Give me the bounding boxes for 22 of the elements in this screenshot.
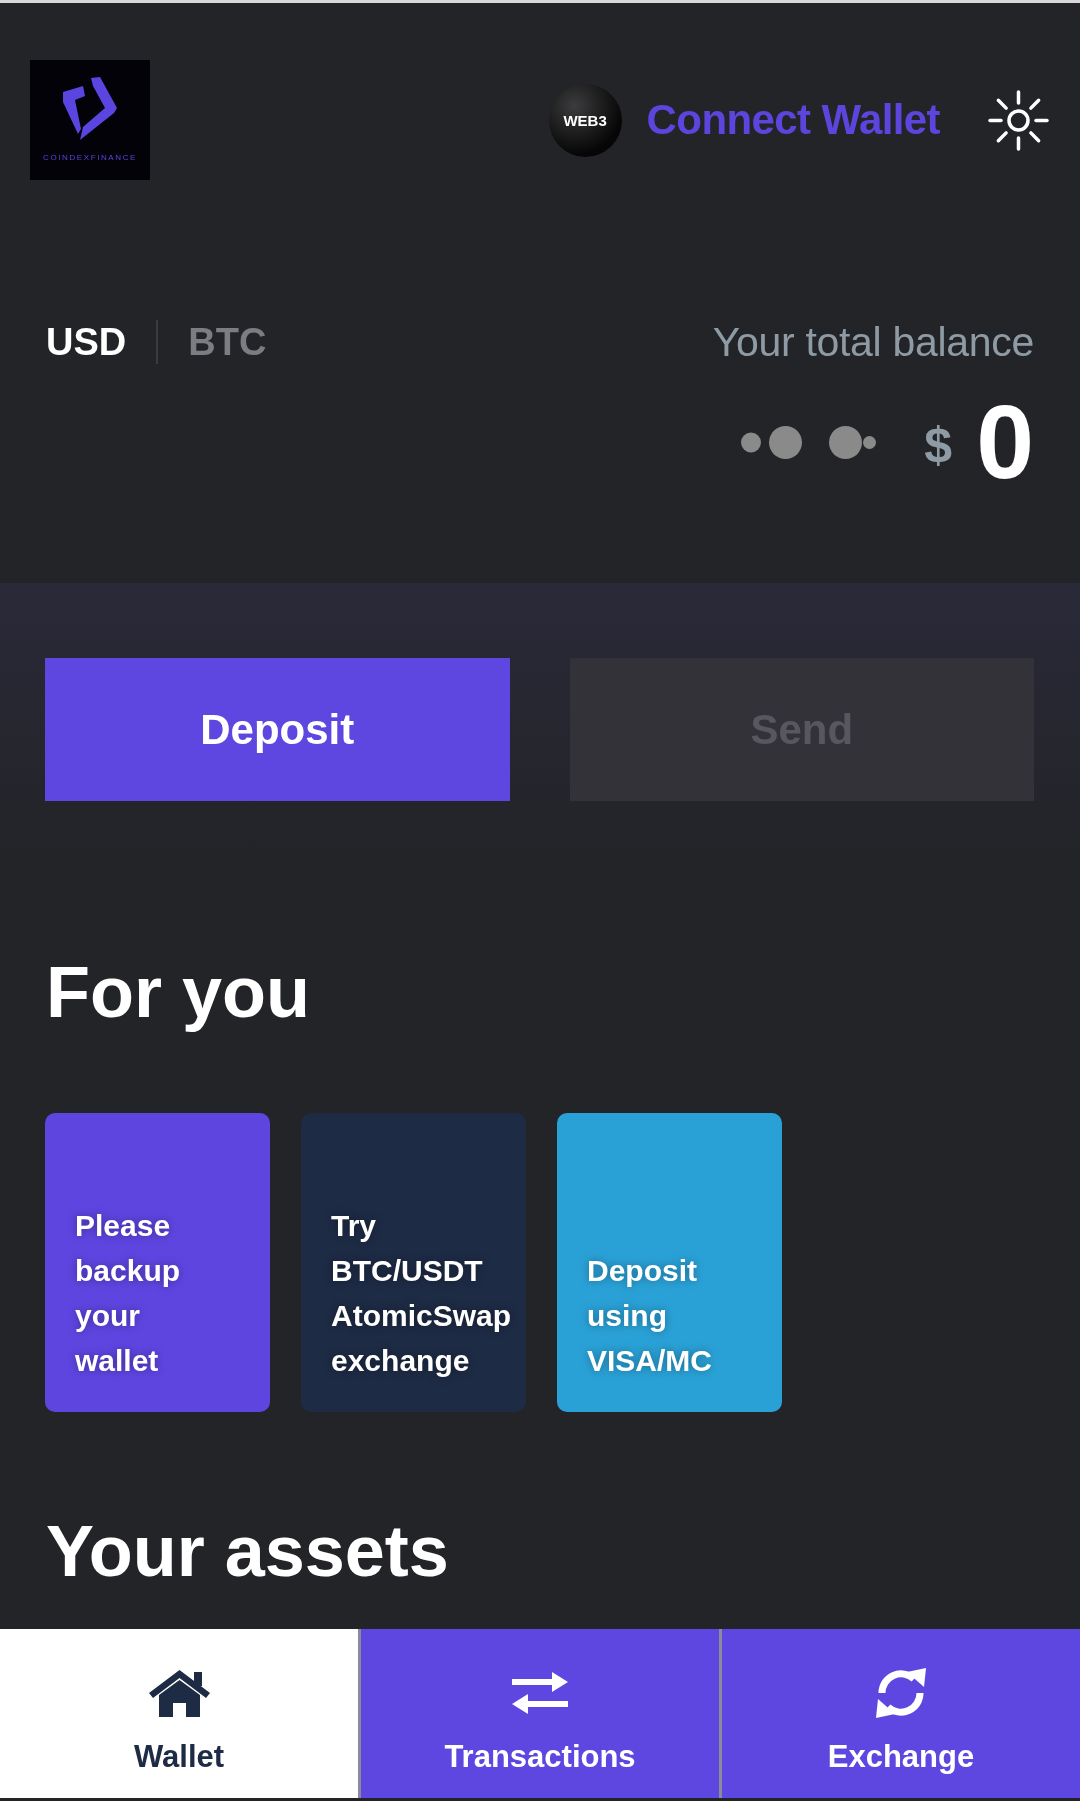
nav-tab[interactable]: Wallet: [0, 1629, 358, 1798]
currency-tab[interactable]: BTC: [188, 318, 267, 366]
assets-heading: Your assets: [46, 1511, 449, 1591]
currency-symbol: $: [924, 417, 953, 473]
loading-dots-icon: [741, 425, 877, 459]
for-you-heading: For you: [46, 952, 310, 1032]
logo-text: COINDEXFINANCE: [43, 153, 137, 162]
nav-tab[interactable]: Transactions: [358, 1629, 719, 1798]
nav-tab[interactable]: Exchange: [719, 1629, 1080, 1798]
logo[interactable]: COINDEXFINANCE: [30, 60, 150, 180]
currency-tab[interactable]: USD: [46, 318, 127, 366]
balance-label: Your total balance: [712, 318, 1034, 366]
sun-icon[interactable]: [988, 89, 1049, 151]
logo-mark-icon: [62, 77, 118, 141]
balance-amount: 0: [976, 390, 1034, 494]
swap-arrows-icon: [512, 1672, 568, 1714]
deposit-button[interactable]: Deposit: [45, 658, 510, 801]
home-icon: [148, 1669, 210, 1717]
promo-card[interactable]: Please backup your wallet: [45, 1113, 270, 1412]
promo-card[interactable]: Try BTC/USDT AtomicSwap exchange: [301, 1113, 526, 1412]
web3-badge: WEB3: [548, 83, 622, 157]
refresh-icon: [874, 1667, 928, 1719]
